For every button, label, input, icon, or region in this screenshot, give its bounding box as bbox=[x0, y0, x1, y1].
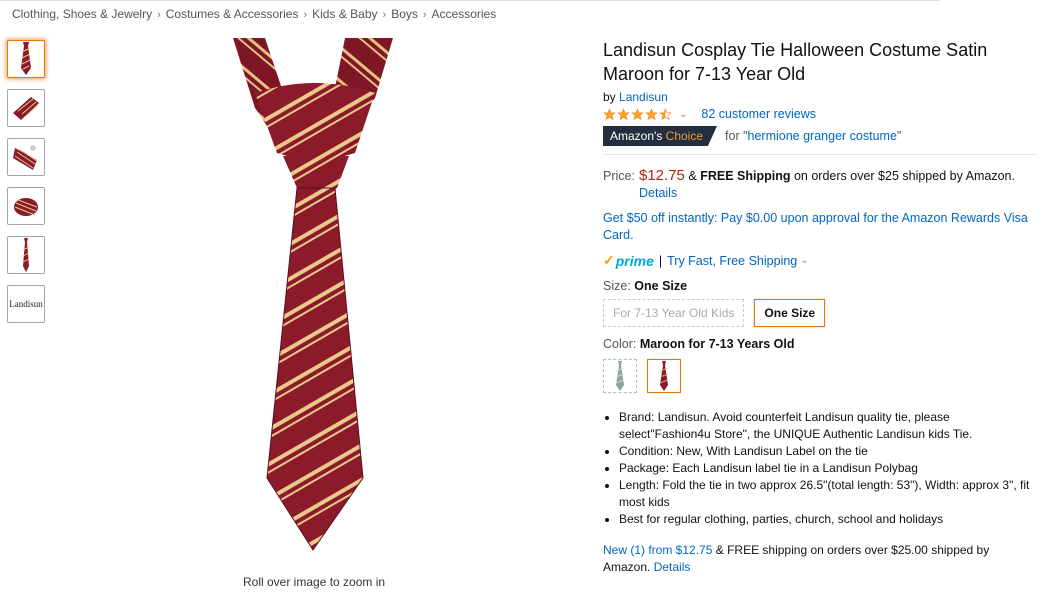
breadcrumb-item[interactable]: Clothing, Shoes & Jewelry bbox=[12, 7, 152, 21]
color-swatch-gray[interactable] bbox=[603, 359, 637, 393]
feature-bullet: Best for regular clothing, parties, chur… bbox=[619, 511, 1039, 528]
check-icon: ✓ bbox=[603, 252, 615, 268]
breadcrumb-separator: › bbox=[422, 9, 427, 21]
breadcrumb-item[interactable]: Kids & Baby bbox=[312, 7, 377, 21]
prime-logo-text: prime bbox=[615, 252, 654, 269]
breadcrumb-item[interactable]: Accessories bbox=[432, 7, 497, 21]
prime-pipe: | bbox=[658, 253, 663, 268]
thumbnail-tie-full[interactable] bbox=[7, 236, 45, 274]
thumbnail-tie-rolled[interactable] bbox=[7, 187, 45, 225]
thumbnail-tie-folded[interactable] bbox=[7, 89, 45, 127]
feature-bullet: Condition: New, With Landisun Label on t… bbox=[619, 443, 1039, 460]
breadcrumb-item[interactable]: Boys bbox=[391, 7, 418, 21]
size-options: For 7-13 Year Old Kids One Size bbox=[603, 299, 1039, 327]
free-shipping-label: FREE Shipping bbox=[700, 169, 791, 183]
star-icon bbox=[603, 107, 616, 120]
feature-bullet: Length: Fold the tie in two approx 26.5"… bbox=[619, 477, 1039, 511]
byline: by Landisun bbox=[603, 90, 1039, 104]
size-label: Size: bbox=[603, 279, 631, 293]
thumbnail-tie-fabric[interactable] bbox=[7, 138, 45, 176]
shipping-terms: on orders over $25 shipped by Amazon. bbox=[793, 169, 1015, 183]
prime-row: ✓ prime | Try Fast, Free Shipping ⌄ bbox=[603, 252, 1039, 269]
color-swatch-maroon[interactable] bbox=[647, 359, 681, 393]
breadcrumb-separator: › bbox=[382, 9, 387, 21]
rewards-card-offer-link[interactable]: Get $50 off instantly: Pay $0.00 upon ap… bbox=[603, 211, 1028, 242]
breadcrumb-separator: › bbox=[303, 9, 308, 21]
customer-reviews-link[interactable]: 82 customer reviews bbox=[701, 107, 816, 121]
color-swatches bbox=[603, 359, 1039, 393]
badge-prefix: Amazon's bbox=[610, 129, 663, 143]
feature-bullet: Brand: Landisun. Avoid counterfeit Landi… bbox=[619, 409, 1039, 443]
size-option-kids[interactable]: For 7-13 Year Old Kids bbox=[603, 299, 745, 327]
half-star-icon bbox=[659, 107, 672, 120]
amazons-choice-badge: Amazon's Choice bbox=[603, 126, 718, 146]
chevron-down-icon[interactable]: ⌄ bbox=[800, 255, 808, 266]
product-image[interactable] bbox=[215, 38, 415, 558]
zoom-hint: Roll over image to zoom in bbox=[243, 575, 386, 589]
new-offers-link[interactable]: New (1) from $12.75 bbox=[603, 543, 712, 557]
amazons-choice-row: Amazon's Choice for "hermione granger co… bbox=[603, 126, 1039, 146]
feature-bullets: Brand: Landisun. Avoid counterfeit Landi… bbox=[603, 409, 1039, 528]
new-offers-details-link[interactable]: Details bbox=[654, 560, 691, 574]
price-label: Price: bbox=[603, 169, 635, 183]
choice-for-text: for "hermione granger costume" bbox=[725, 129, 901, 143]
brand-link[interactable]: Landisun bbox=[619, 90, 668, 104]
thumbnail-brand-label[interactable]: Landisun bbox=[7, 285, 45, 323]
color-selected: Maroon for 7-13 Years Old bbox=[639, 337, 795, 351]
new-offers-row: New (1) from $12.75 & FREE shipping on o… bbox=[603, 542, 1039, 576]
product-title: Landisun Cosplay Tie Halloween Costume S… bbox=[603, 40, 988, 84]
size-selected: One Size bbox=[634, 279, 688, 293]
shipping-details-link[interactable]: Details bbox=[639, 186, 677, 200]
star-icon bbox=[617, 107, 630, 120]
thumbnail-tie-front[interactable] bbox=[7, 40, 45, 78]
star-rating[interactable] bbox=[603, 107, 673, 121]
star-icon bbox=[645, 107, 658, 120]
choice-search-term-link[interactable]: hermione granger costume bbox=[748, 129, 897, 143]
rewards-card-offer[interactable]: Get $50 off instantly: Pay $0.00 upon ap… bbox=[603, 210, 1039, 244]
breadcrumb-separator: › bbox=[157, 9, 161, 21]
thumbnail-label-text: Landisun bbox=[9, 299, 43, 309]
prime-logo: ✓ prime bbox=[603, 252, 654, 269]
price-amp: & bbox=[688, 169, 697, 183]
chevron-down-icon[interactable]: ⌄ bbox=[679, 109, 687, 120]
rating-row: ⌄ 82 customer reviews bbox=[603, 107, 1039, 121]
color-label-row: Color: Maroon for 7-13 Years Old bbox=[603, 337, 1039, 351]
price-amount: $12.75 bbox=[639, 167, 685, 184]
product-details: Landisun Cosplay Tie Halloween Costume S… bbox=[603, 38, 1039, 576]
size-option-one-size[interactable]: One Size bbox=[754, 299, 826, 327]
try-prime-link[interactable]: Try Fast, Free Shipping bbox=[667, 254, 797, 268]
section-divider bbox=[603, 154, 1037, 155]
color-label: Color: bbox=[603, 337, 637, 351]
thumbnail-strip: Landisun bbox=[7, 40, 45, 334]
top-divider bbox=[0, 0, 940, 1]
breadcrumb-item[interactable]: Costumes & Accessories bbox=[166, 7, 299, 21]
price-row: Price: $12.75 & FREE Shipping on orders … bbox=[603, 167, 1039, 202]
star-icon bbox=[631, 107, 644, 120]
choice-for-suffix: " bbox=[896, 129, 902, 143]
breadcrumb: Clothing, Shoes & Jewelry › Costumes & Acc… bbox=[12, 7, 496, 21]
badge-accent: Choice bbox=[665, 129, 704, 143]
choice-for-prefix: for " bbox=[725, 129, 748, 143]
price-body: $12.75 & FREE Shipping on orders over $2… bbox=[639, 167, 1034, 202]
size-label-row: Size: One Size bbox=[603, 279, 1039, 293]
by-label: by bbox=[603, 90, 616, 104]
feature-bullet: Package: Each Landisun label tie in a La… bbox=[619, 460, 1039, 477]
